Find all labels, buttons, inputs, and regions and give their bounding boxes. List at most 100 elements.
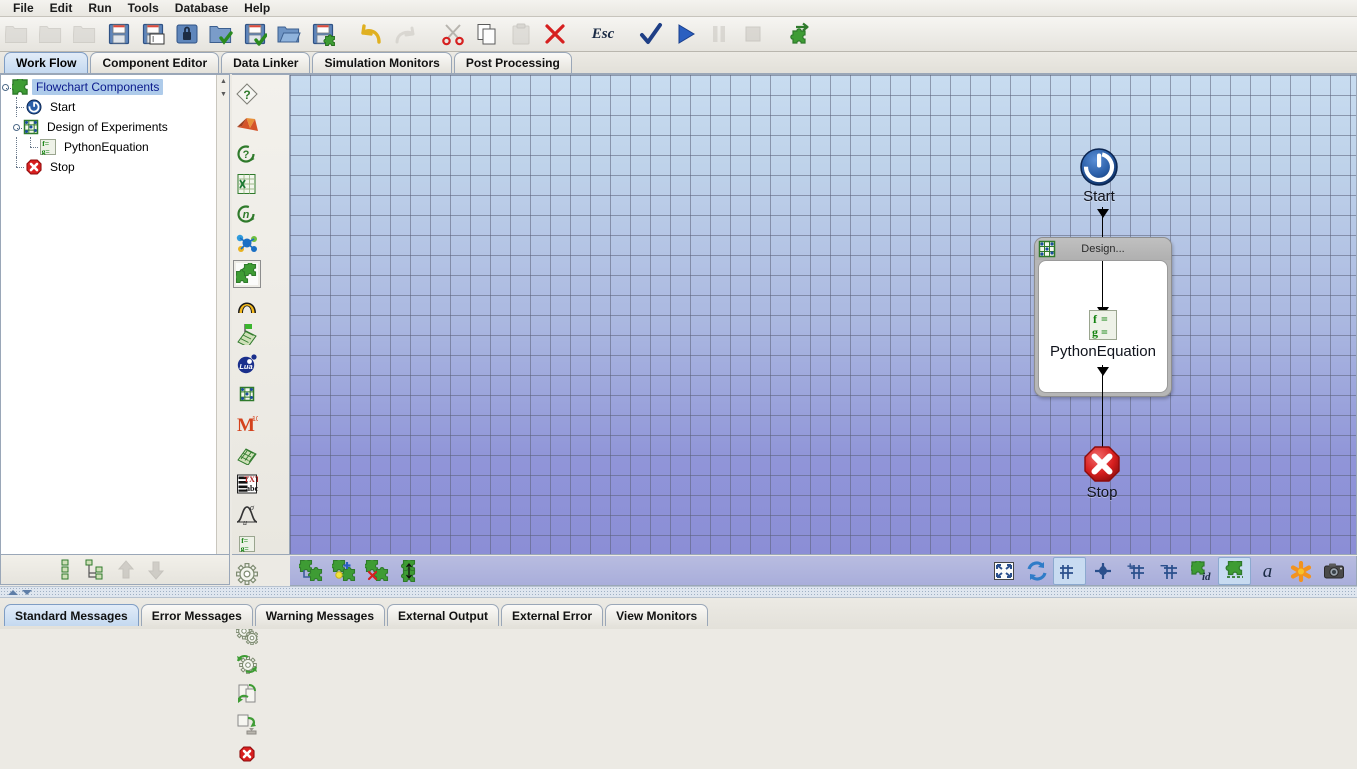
save-as-button[interactable]: I: [136, 18, 170, 51]
palette-stop[interactable]: [232, 739, 261, 769]
highlight-button[interactable]: [1284, 557, 1317, 585]
stop-button[interactable]: [736, 18, 770, 51]
move-up-button[interactable]: [111, 557, 141, 583]
palette-distribution[interactable]: σμ: [232, 499, 261, 529]
tree-node[interactable]: Design of Experiments: [1, 117, 216, 137]
bottom-tab-external-error[interactable]: External Error: [501, 604, 604, 626]
bottom-tab-error-messages[interactable]: Error Messages: [140, 604, 253, 626]
workflow-canvas-panel[interactable]: Start Design... f = g = PythonEquation S…: [290, 74, 1357, 555]
copy-button[interactable]: [470, 18, 504, 51]
palette-scilab[interactable]: [232, 229, 261, 259]
tree-node[interactable]: Flowchart Components: [1, 77, 216, 97]
palette-matlab[interactable]: [232, 109, 261, 139]
collapse-all-button[interactable]: [51, 557, 81, 583]
undo-button[interactable]: [354, 18, 388, 51]
palette-abaqus[interactable]: [232, 289, 261, 319]
screenshot-button[interactable]: [1317, 557, 1350, 585]
tab-data-linker[interactable]: Data Linker: [221, 52, 311, 73]
redo-button[interactable]: [388, 18, 422, 51]
increase-grid-button[interactable]: +: [1119, 557, 1152, 585]
flow-node-python-equation[interactable]: f = g = PythonEquation: [1042, 310, 1164, 360]
palette-lua[interactable]: Lua: [232, 349, 261, 379]
validate-button[interactable]: [634, 18, 668, 51]
snap-to-grid-button[interactable]: [1086, 557, 1119, 585]
palette-doe-flag[interactable]: [232, 319, 261, 349]
flow-node-stop[interactable]: Stop: [1074, 445, 1130, 501]
show-outlines-button[interactable]: [1218, 557, 1251, 585]
move-component-button[interactable]: [393, 557, 426, 585]
scroll-up-icon[interactable]: ▲: [217, 75, 229, 87]
export-button[interactable]: [306, 18, 340, 51]
bottom-tab-view-monitors[interactable]: View Monitors: [605, 604, 709, 626]
decrease-grid-button[interactable]: −: [1152, 557, 1185, 585]
palette-iterative-process[interactable]: [232, 649, 261, 679]
escape-button[interactable]: Esc: [586, 18, 620, 51]
show-grid-button[interactable]: [1053, 557, 1086, 585]
open-recent-button[interactable]: [34, 18, 68, 51]
svg-text:Lua: Lua: [239, 362, 252, 371]
horizontal-splitter[interactable]: [0, 586, 1357, 598]
menu-run[interactable]: Run: [80, 0, 119, 16]
palette-unknown-component[interactable]: ?: [232, 79, 261, 109]
bottom-tab-standard-messages[interactable]: Standard Messages: [4, 604, 139, 626]
palette-n-loop[interactable]: n: [232, 199, 261, 229]
tree-node[interactable]: Start: [1, 97, 216, 117]
open-button[interactable]: [68, 18, 102, 51]
check-in-button[interactable]: [238, 18, 272, 51]
flow-node-start[interactable]: Start: [1063, 147, 1135, 205]
refresh-button[interactable]: [1020, 557, 1053, 585]
palette-conditional-loop[interactable]: ?: [232, 139, 261, 169]
scroll-down-icon[interactable]: ▼: [217, 88, 229, 100]
font-settings-button[interactable]: a: [1251, 557, 1284, 585]
palette-doe-grid[interactable]: [232, 379, 261, 409]
splitter-collapse-up-icon[interactable]: [8, 590, 18, 595]
tree-expand-handle[interactable]: [12, 122, 23, 133]
bottom-tab-external-output[interactable]: External Output: [387, 604, 500, 626]
palette-component-group[interactable]: [232, 259, 261, 289]
palette-text-file[interactable]: TXT abc: [232, 469, 261, 499]
palette-file-copy[interactable]: [232, 679, 261, 709]
menu-edit[interactable]: Edit: [42, 0, 81, 16]
workflow-canvas[interactable]: Start Design... f = g = PythonEquation S…: [290, 75, 1356, 554]
tree-vertical-scrollbar[interactable]: ▲ ▼: [216, 75, 229, 554]
menu-file[interactable]: File: [5, 0, 42, 16]
tab-work-flow[interactable]: Work Flow: [4, 52, 89, 73]
palette-equation[interactable]: f= g=: [232, 529, 261, 559]
save-button[interactable]: [102, 18, 136, 51]
remove-component-button[interactable]: [360, 557, 393, 585]
expand-tree-button[interactable]: [81, 557, 111, 583]
delete-button[interactable]: [538, 18, 572, 51]
menu-tools[interactable]: Tools: [120, 0, 167, 16]
folder-check-icon: [209, 22, 233, 46]
tree-expand-handle[interactable]: [1, 82, 12, 93]
new-button[interactable]: [0, 18, 34, 51]
palette-mesh[interactable]: [232, 439, 261, 469]
splitter-collapse-down-icon[interactable]: [22, 590, 32, 595]
cut-button[interactable]: [436, 18, 470, 51]
plugin-button[interactable]: [784, 18, 818, 51]
import-button[interactable]: [272, 18, 306, 51]
pause-button[interactable]: [702, 18, 736, 51]
tab-component-editor[interactable]: Component Editor: [90, 52, 220, 73]
check-out-button[interactable]: [204, 18, 238, 51]
menu-database[interactable]: Database: [167, 0, 236, 16]
tree-node[interactable]: Stop: [1, 157, 216, 177]
palette-solver[interactable]: [232, 559, 261, 589]
move-down-button[interactable]: [141, 557, 171, 583]
menu-help[interactable]: Help: [236, 0, 278, 16]
flow-group-header[interactable]: Design...: [1035, 238, 1171, 260]
fit-to-screen-button[interactable]: [987, 557, 1020, 585]
palette-modelica[interactable]: M 10: [232, 409, 261, 439]
paste-button[interactable]: [504, 18, 538, 51]
add-component-button[interactable]: [327, 557, 360, 585]
run-button[interactable]: [668, 18, 702, 51]
tab-simulation-monitors[interactable]: Simulation Monitors: [312, 52, 452, 73]
connect-components-button[interactable]: [294, 557, 327, 585]
palette-excel[interactable]: [232, 169, 261, 199]
tree-node[interactable]: f= g= PythonEquation: [1, 137, 216, 157]
lock-button[interactable]: [170, 18, 204, 51]
bottom-tab-warning-messages[interactable]: Warning Messages: [254, 604, 386, 626]
tab-post-processing[interactable]: Post Processing: [453, 52, 572, 73]
show-ids-button[interactable]: id: [1185, 557, 1218, 585]
palette-file-download[interactable]: [232, 709, 261, 739]
